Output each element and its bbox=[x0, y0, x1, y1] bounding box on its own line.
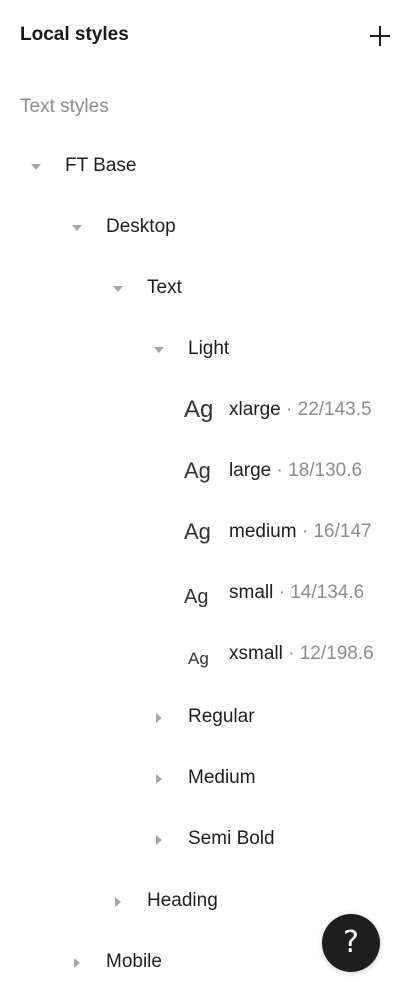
plus-icon bbox=[370, 26, 390, 46]
panel-header: Local styles bbox=[0, 0, 412, 70]
tree-group-label: Semi Bold bbox=[188, 828, 275, 849]
text-style-item-small[interactable]: Ag small · 14/134.6 bbox=[0, 563, 412, 624]
text-style-item-medium[interactable]: Ag medium · 16/147 bbox=[0, 502, 412, 563]
text-style-label: xsmall · 12/198.6 bbox=[229, 643, 374, 664]
chevron-down-icon[interactable] bbox=[29, 160, 43, 174]
text-style-item-xlarge[interactable]: Ag xlarge · 22/143.5 bbox=[0, 380, 412, 441]
add-style-button[interactable] bbox=[364, 20, 396, 52]
text-style-preview-icon: Ag bbox=[184, 458, 211, 483]
text-style-label: medium · 16/147 bbox=[229, 521, 372, 542]
text-style-label: large · 18/130.6 bbox=[229, 460, 363, 481]
tree-group-medium[interactable]: Medium bbox=[0, 748, 412, 809]
tree-group-regular[interactable]: Regular bbox=[0, 687, 412, 748]
chevron-right-icon[interactable] bbox=[111, 895, 125, 909]
text-style-preview-icon: Ag bbox=[184, 396, 214, 423]
panel-title: Local styles bbox=[20, 24, 129, 45]
help-button[interactable]: ? bbox=[322, 914, 380, 972]
chevron-right-icon[interactable] bbox=[152, 772, 166, 786]
text-style-preview-icon: Ag bbox=[184, 586, 209, 608]
tree-group-ft-base[interactable]: FT Base bbox=[0, 136, 412, 197]
text-style-item-large[interactable]: Ag large · 18/130.6 bbox=[0, 441, 412, 502]
text-style-label: xlarge · 22/143.5 bbox=[229, 399, 372, 420]
question-mark-icon: ? bbox=[343, 925, 359, 960]
chevron-right-icon[interactable] bbox=[70, 956, 84, 970]
chevron-right-icon[interactable] bbox=[152, 711, 166, 725]
chevron-down-icon[interactable] bbox=[152, 343, 166, 357]
tree-group-light[interactable]: Light bbox=[0, 319, 412, 380]
text-style-label: small · 14/134.6 bbox=[229, 582, 365, 603]
chevron-down-icon[interactable] bbox=[70, 221, 84, 235]
tree-group-label: Text bbox=[147, 277, 182, 298]
tree-group-label: FT Base bbox=[65, 155, 137, 176]
tree-group-label: Medium bbox=[188, 767, 256, 788]
tree-group-label: Mobile bbox=[106, 951, 162, 972]
tree-group-desktop[interactable]: Desktop bbox=[0, 197, 412, 258]
tree-group-text[interactable]: Text bbox=[0, 258, 412, 319]
text-style-item-xsmall[interactable]: Ag xsmall · 12/198.6 bbox=[0, 624, 412, 685]
chevron-right-icon[interactable] bbox=[152, 833, 166, 847]
chevron-down-icon[interactable] bbox=[111, 282, 125, 296]
section-label-text-styles: Text styles bbox=[20, 96, 109, 117]
tree-group-label: Desktop bbox=[106, 216, 176, 237]
text-style-preview-icon: Ag bbox=[188, 649, 209, 668]
tree-group-label: Heading bbox=[147, 890, 218, 911]
tree-group-semi-bold[interactable]: Semi Bold bbox=[0, 809, 412, 870]
text-style-preview-icon: Ag bbox=[184, 519, 211, 544]
tree-group-label: Regular bbox=[188, 706, 255, 727]
tree-group-label: Light bbox=[188, 338, 230, 359]
